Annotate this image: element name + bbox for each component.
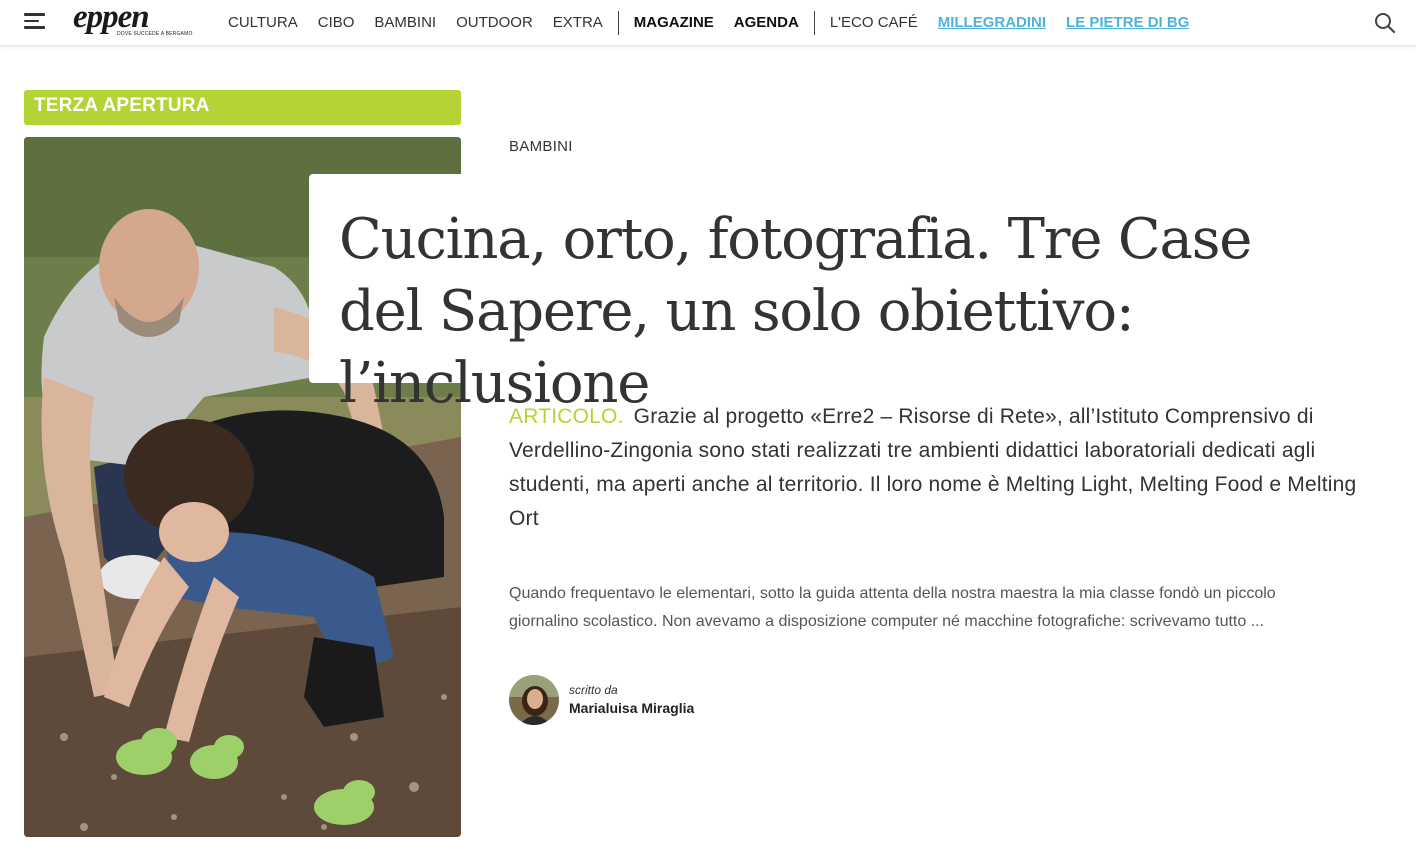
nav-item-outdoor[interactable]: OUTDOOR [446, 0, 543, 46]
nav-item-agenda[interactable]: AGENDA [724, 0, 809, 46]
article-summary-text: Grazie al progetto «Erre2 – Risorse di R… [509, 405, 1357, 530]
site-logo[interactable]: eppen DOVE SUCCEDE A BERGAMO [73, 0, 192, 42]
nav-item-extra[interactable]: EXTRA [543, 0, 613, 46]
nav-link-millegradini[interactable]: MILLEGRADINI [928, 0, 1056, 46]
author-text: scritto da Marialuisa Miraglia [569, 682, 694, 718]
nav-item-cultura[interactable]: CULTURA [218, 0, 308, 46]
article-type-label: ARTICOLO. [509, 405, 624, 428]
nav-item-cibo[interactable]: CIBO [308, 0, 365, 46]
article-excerpt: Quando frequentavo le elementari, sotto … [509, 585, 1276, 630]
main-nav: CULTURA CIBO BAMBINI OUTDOOR EXTRA MAGAZ… [218, 0, 1199, 46]
nav-link-pietre-di-bg[interactable]: LE PIETRE DI BG [1056, 0, 1199, 46]
author-name[interactable]: Marialuisa Miraglia [569, 698, 694, 718]
article-headline[interactable]: Cucina, orto, fotografia. Tre Case del S… [339, 204, 1319, 420]
top-navigation-bar: eppen DOVE SUCCEDE A BERGAMO CULTURA CIB… [0, 0, 1416, 46]
nav-item-magazine[interactable]: MAGAZINE [624, 0, 724, 46]
author-avatar[interactable] [509, 675, 559, 725]
nav-divider [617, 11, 619, 35]
hamburger-menu-icon[interactable] [24, 13, 45, 29]
nav-item-bambini[interactable]: BAMBINI [364, 0, 446, 46]
article-category[interactable]: BAMBINI [509, 138, 573, 155]
logo-tagline: DOVE SUCCEDE A BERGAMO [117, 31, 193, 37]
search-icon[interactable] [1374, 12, 1396, 34]
written-by-label: scritto da [569, 683, 618, 697]
nav-item-eco-cafe[interactable]: L'ECO CAFÉ [820, 0, 928, 46]
section-label: TERZA APERTURA [24, 90, 461, 125]
article-summary: ARTICOLO. Grazie al progetto «Erre2 – Ri… [509, 400, 1379, 536]
nav-divider [813, 11, 815, 35]
author-block[interactable]: scritto da Marialuisa Miraglia [509, 675, 694, 725]
